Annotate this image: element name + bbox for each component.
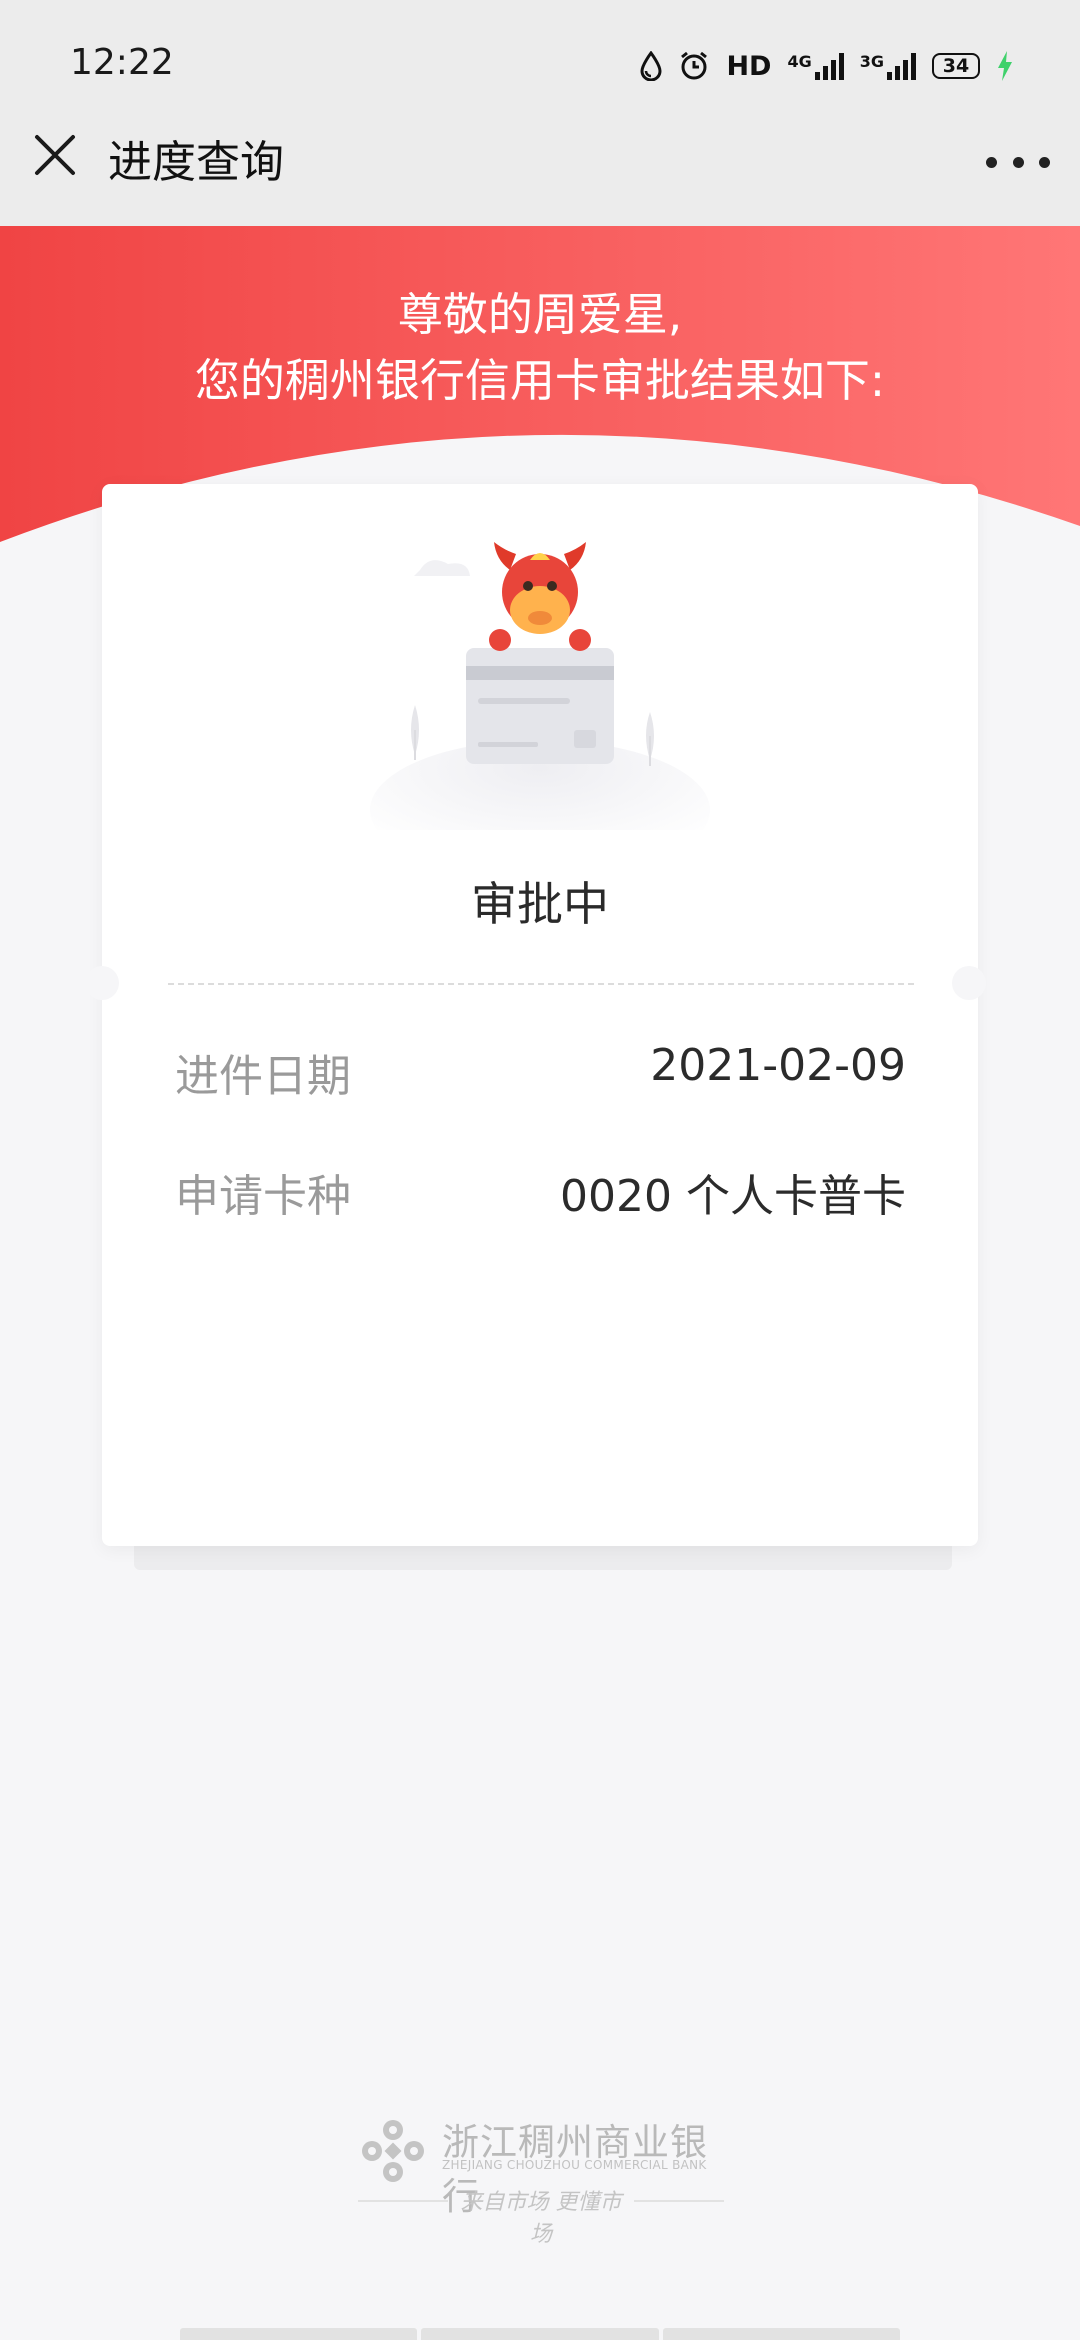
- slogan-line-left: [358, 2200, 448, 2202]
- card-type-value: 0020 个人卡普卡: [560, 1171, 906, 1222]
- water-drop-icon: [640, 51, 662, 81]
- greeting-line-2: 您的稠州银行信用卡审批结果如下:: [194, 354, 886, 407]
- ticket-notch-right: [952, 966, 986, 1000]
- bottom-segment: [180, 2328, 418, 2340]
- battery-indicator: 34: [932, 53, 980, 79]
- apply-date-value: 2021-02-09: [650, 1040, 906, 1091]
- signal-icon-2: 3G: [860, 52, 916, 80]
- status-icons: HD 4G 3G 34: [640, 44, 1014, 88]
- more-icon-dot: [986, 156, 997, 168]
- bank-slogan: 来自市场 更懂市场: [460, 2190, 622, 2247]
- more-icon-dot: [1012, 156, 1024, 168]
- apply-date-label: 进件日期: [175, 1051, 351, 1102]
- signal-icon: 4G: [787, 52, 844, 80]
- status-time: 12:22: [70, 42, 174, 83]
- bottom-segment: [421, 2328, 659, 2340]
- close-button[interactable]: [30, 130, 80, 180]
- status-bar: 12:22 HD 4G 3G 34: [0, 0, 1080, 132]
- greeting: 尊敬的周爱星, 您的稠州银行信用卡审批结果如下:: [0, 282, 1080, 414]
- approval-illustration: [360, 530, 720, 880]
- greeting-line-1: 尊敬的周爱星,: [397, 288, 683, 341]
- page-title: 进度查询: [108, 137, 284, 188]
- more-icon-dot: [1039, 156, 1050, 168]
- close-icon: [35, 135, 75, 175]
- bottom-segment: [662, 2328, 900, 2340]
- ticket-notch-left: [85, 966, 119, 1000]
- bank-logo-icon: [362, 2120, 424, 2182]
- card-type-label: 申请卡种: [175, 1171, 351, 1222]
- network-type-1: 4G: [787, 52, 812, 71]
- alarm-icon: [678, 50, 710, 82]
- more-button[interactable]: [986, 142, 1050, 182]
- charging-icon: [996, 50, 1014, 82]
- bank-logo: 浙江稠州商业银行 ZHEJIANG CHOUZHOU COMMERCIAL BA…: [358, 2112, 724, 2247]
- hd-label: HD: [726, 50, 772, 82]
- network-type-2: 3G: [859, 52, 884, 71]
- bank-name-en: ZHEJIANG CHOUZHOU COMMERCIAL BANK: [442, 2158, 707, 2172]
- bottom-toolbar-edge: [180, 2328, 900, 2340]
- slogan-line-right: [634, 2200, 724, 2202]
- approval-status: 审批中: [471, 877, 609, 931]
- dashed-divider: [168, 983, 914, 985]
